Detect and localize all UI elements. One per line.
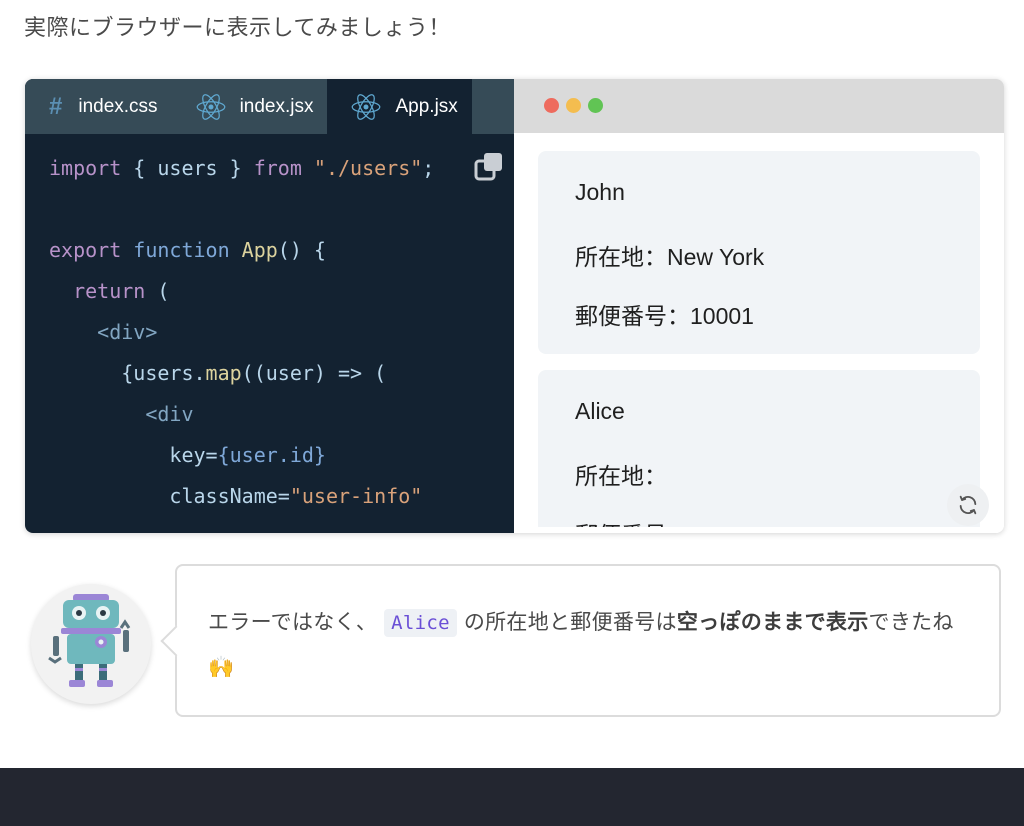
code-token: "./users" (313, 156, 423, 180)
robot-icon (48, 594, 131, 687)
code-token: () { (277, 238, 326, 262)
refresh-button[interactable] (947, 484, 989, 526)
close-window-dot (544, 98, 559, 113)
code-line-5: <div> (49, 312, 434, 353)
code-token: ((user) => ( (241, 361, 387, 385)
code-line-4: return ( (49, 271, 434, 312)
browser-title-bar (514, 79, 1004, 133)
message-bold-text: 空っぽのままで表示 (676, 610, 869, 634)
user-location: 所在地：New York (575, 244, 765, 270)
inline-code: Alice (384, 609, 457, 637)
code-token: function (133, 238, 230, 262)
page-footer (0, 768, 1024, 826)
code-playground: # index.css index.jsx App.jsx import {u… (25, 79, 1004, 533)
tab-overflow (472, 79, 492, 134)
message-text: できたね (868, 610, 954, 634)
user-info-card: Alice 所在地： 郵便番号： (538, 370, 980, 527)
minimize-window-dot (566, 98, 581, 113)
maximize-window-dot (588, 98, 603, 113)
code-token: key= (169, 443, 218, 467)
code-token: {user.id} (217, 443, 326, 467)
user-location: 所在地： (575, 463, 667, 489)
code-token: ; (422, 156, 435, 180)
code-content[interactable]: import { users } from "./users"; export f… (49, 148, 434, 517)
preview-content[interactable]: John 所在地：New York 郵便番号：10001 Alice 所在地： … (514, 133, 1004, 527)
code-token: from (253, 156, 302, 180)
tab-label: index.css (78, 95, 158, 117)
tab-label: index.jsx (239, 95, 314, 117)
user-info-card: John 所在地：New York 郵便番号：10001 (538, 151, 980, 354)
copy-button[interactable] (472, 151, 506, 185)
code-editor[interactable]: # index.css index.jsx App.jsx import {u… (25, 79, 514, 533)
copy-icon (474, 153, 502, 181)
react-icon (352, 93, 381, 120)
code-token: map (205, 361, 242, 385)
refresh-icon (959, 495, 977, 515)
browser-preview: John 所在地：New York 郵便番号：10001 Alice 所在地： … (514, 79, 1004, 533)
bubble-message: エラーではなく、 Alice の所在地と郵便番号は空っぽのままで表示できたね 🙌 (208, 600, 968, 689)
code-line-1: import { users } from "./users"; (49, 148, 434, 189)
raised-hands-emoji-icon: 🙌 (208, 655, 235, 679)
intro-text: 実際にブラウザーに表示してみましょう！ (24, 16, 451, 41)
user-name: John (575, 179, 625, 205)
code-line-9: className="user-info" (49, 476, 434, 517)
tab-index-css[interactable]: # index.css (25, 79, 172, 134)
code-token: <div (145, 402, 194, 426)
robot-avatar (31, 584, 151, 704)
code-token: className= (169, 484, 290, 508)
user-zip: 郵便番号：10001 (575, 303, 754, 329)
code-token: App (241, 238, 278, 262)
react-icon (196, 93, 225, 120)
tab-app-jsx[interactable]: App.jsx (327, 79, 472, 134)
code-token: export (49, 238, 122, 262)
css-hash-icon: # (49, 92, 63, 120)
tab-label: App.jsx (395, 95, 458, 117)
code-token: "user-info" (289, 484, 423, 508)
code-token: ( (145, 279, 170, 303)
code-token: return (73, 279, 146, 303)
message-text: の所在地と郵便番号は (463, 610, 677, 634)
editor-tabs: # index.css index.jsx App.jsx (25, 79, 514, 134)
code-token: import (49, 156, 122, 180)
code-line-6: {users.map((user) => ( (49, 353, 434, 394)
code-token: { users } (121, 156, 254, 180)
speech-bubble: エラーではなく、 Alice の所在地と郵便番号は空っぽのままで表示できたね 🙌 (175, 564, 1001, 717)
code-line-3: export function App() { (49, 230, 434, 271)
user-zip: 郵便番号： (575, 516, 690, 527)
code-token: {users. (121, 361, 206, 385)
code-line-8: key={user.id} (49, 435, 434, 476)
code-token: <div> (97, 320, 158, 344)
tab-index-jsx[interactable]: index.jsx (172, 79, 328, 134)
code-line-7: <div (49, 394, 434, 435)
user-name: Alice (575, 398, 625, 424)
message-text: エラーではなく、 (208, 610, 378, 634)
